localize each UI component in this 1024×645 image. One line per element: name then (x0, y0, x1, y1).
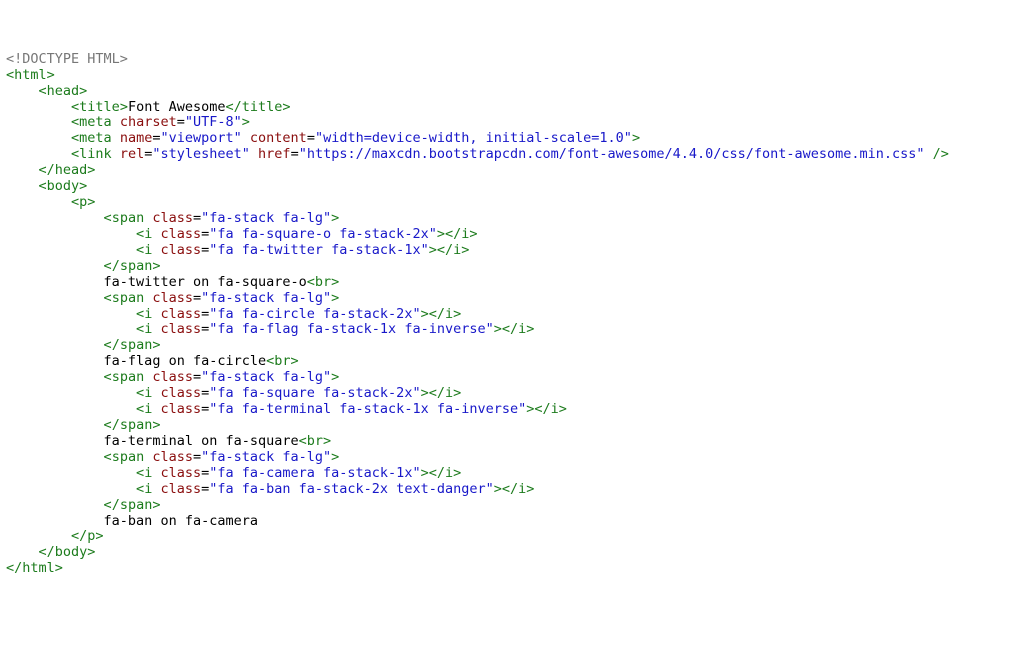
code-line: <i class="fa fa-ban fa-stack-2x text-dan… (6, 482, 1018, 498)
code-line: <span class="fa-stack fa-lg"> (6, 211, 1018, 227)
code-line: </span> (6, 498, 1018, 514)
code-line: </head> (6, 163, 1018, 179)
code-line: fa-ban on fa-camera (6, 514, 1018, 530)
code-line: <span class="fa-stack fa-lg"> (6, 291, 1018, 307)
code-line: <head> (6, 84, 1018, 100)
code-line: </body> (6, 545, 1018, 561)
code-line: fa-twitter on fa-square-o<br> (6, 275, 1018, 291)
code-line: </span> (6, 418, 1018, 434)
code-listing: <!DOCTYPE HTML><html><head><title>Font A… (6, 52, 1018, 577)
code-line: <p> (6, 195, 1018, 211)
code-line: <i class="fa fa-twitter fa-stack-1x"></i… (6, 243, 1018, 259)
code-line: <meta name="viewport" content="width=dev… (6, 131, 1018, 147)
code-line: <link rel="stylesheet" href="https://max… (6, 147, 1018, 163)
code-line: <!DOCTYPE HTML> (6, 52, 1018, 68)
code-line: <span class="fa-stack fa-lg"> (6, 450, 1018, 466)
code-line: </p> (6, 529, 1018, 545)
code-line: <i class="fa fa-terminal fa-stack-1x fa-… (6, 402, 1018, 418)
code-line: <i class="fa fa-camera fa-stack-1x"></i> (6, 466, 1018, 482)
code-line: <span class="fa-stack fa-lg"> (6, 370, 1018, 386)
code-line: <html> (6, 68, 1018, 84)
code-line: fa-terminal on fa-square<br> (6, 434, 1018, 450)
code-line: <body> (6, 179, 1018, 195)
code-line: <i class="fa fa-square-o fa-stack-2x"></… (6, 227, 1018, 243)
code-line: <title>Font Awesome</title> (6, 100, 1018, 116)
code-line: </span> (6, 259, 1018, 275)
code-line: </span> (6, 338, 1018, 354)
code-line: <meta charset="UTF-8"> (6, 115, 1018, 131)
code-line: fa-flag on fa-circle<br> (6, 354, 1018, 370)
code-line: <i class="fa fa-square fa-stack-2x"></i> (6, 386, 1018, 402)
code-line: <i class="fa fa-flag fa-stack-1x fa-inve… (6, 322, 1018, 338)
code-line: <i class="fa fa-circle fa-stack-2x"></i> (6, 307, 1018, 323)
code-line: </html> (6, 561, 1018, 577)
